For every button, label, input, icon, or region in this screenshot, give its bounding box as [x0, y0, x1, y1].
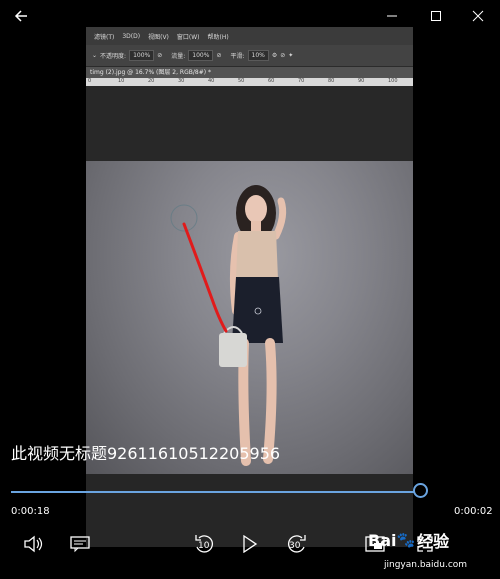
remaining-time: 0:00:02 — [454, 506, 493, 517]
elapsed-time: 0:00:18 — [11, 506, 50, 517]
baidu-watermark: Bai 🐾 经验 — [368, 528, 449, 552]
progress-bar[interactable] — [11, 491, 421, 493]
editor-options-bar: ⌄ 不透明度: 100% ⊘ 流量: 100% ⊘ 平滑: 10% ⚙ ⊘ ✦ — [86, 45, 413, 67]
photo-figure — [170, 185, 287, 466]
captions-icon[interactable] — [67, 531, 93, 557]
progress-thumb[interactable] — [413, 483, 429, 498]
ruler-tick: 80 — [328, 78, 335, 84]
edited-photo — [86, 161, 413, 474]
menu-item: 视图(V) — [148, 33, 169, 41]
airbrush-icon: ⊘ — [216, 52, 222, 59]
ruler-tick: 60 — [268, 78, 275, 84]
opacity-label: 不透明度: — [100, 53, 127, 60]
menu-item: 3D(D) — [122, 32, 141, 40]
ruler: 0 10 20 30 40 50 60 70 80 90 100 — [86, 78, 413, 86]
video-frame: 滤镜(T) 3D(D) 视图(V) 窗口(W) 帮助(H) ⌄ 不透明度: 10… — [86, 27, 413, 547]
maximize-icon[interactable] — [424, 4, 448, 28]
skip-back-seconds: 10 — [198, 541, 210, 551]
angle-icon: ⊘ — [280, 52, 286, 59]
close-icon[interactable] — [466, 4, 490, 28]
volume-icon[interactable] — [20, 531, 46, 557]
skip-forward-seconds: 30 — [289, 541, 301, 551]
ruler-tick: 30 — [178, 78, 185, 84]
back-arrow-icon[interactable] — [9, 4, 33, 28]
ruler-tick: 50 — [238, 78, 245, 84]
minimize-icon[interactable] — [380, 4, 404, 28]
document-tab: timg (2).jpg @ 16.7% (图层 2, RGB/8#) * — [86, 67, 413, 78]
watermark-url: jingyan.baidu.com — [384, 560, 468, 570]
pressure-icon: ⊘ — [157, 52, 163, 59]
paw-icon: 🐾 — [396, 531, 416, 549]
ruler-tick: 90 — [358, 78, 365, 84]
smoothing-label: 平滑: — [230, 53, 245, 60]
flow-label: 流量: — [171, 53, 186, 60]
menu-item: 帮助(H) — [207, 33, 229, 41]
editor-workspace — [86, 86, 413, 161]
mode-dropdown-icon: ⌄ — [92, 52, 98, 59]
ruler-tick: 100 — [388, 78, 398, 84]
menu-item: 滤镜(T) — [94, 33, 115, 41]
ruler-tick: 20 — [148, 78, 155, 84]
ruler-tick: 0 — [88, 78, 92, 84]
flow-value: 100% — [188, 50, 214, 61]
play-icon[interactable] — [237, 531, 263, 557]
watermark-brand-b: 经验 — [417, 532, 450, 551]
ruler-tick: 40 — [208, 78, 215, 84]
ruler-tick: 70 — [298, 78, 305, 84]
gear-icon: ⚙ — [271, 52, 278, 59]
video-title: 此视频无标题92611610512205956 — [11, 444, 281, 463]
opacity-value: 100% — [129, 50, 155, 61]
ruler-tick: 10 — [118, 78, 125, 84]
smoothing-value: 10% — [247, 50, 269, 61]
symmetry-icon: ✦ — [288, 52, 294, 59]
watermark-brand-a: Bai — [368, 530, 397, 550]
menu-item: 窗口(W) — [176, 33, 200, 41]
editor-menubar: 滤镜(T) 3D(D) 视图(V) 窗口(W) 帮助(H) — [86, 27, 413, 45]
